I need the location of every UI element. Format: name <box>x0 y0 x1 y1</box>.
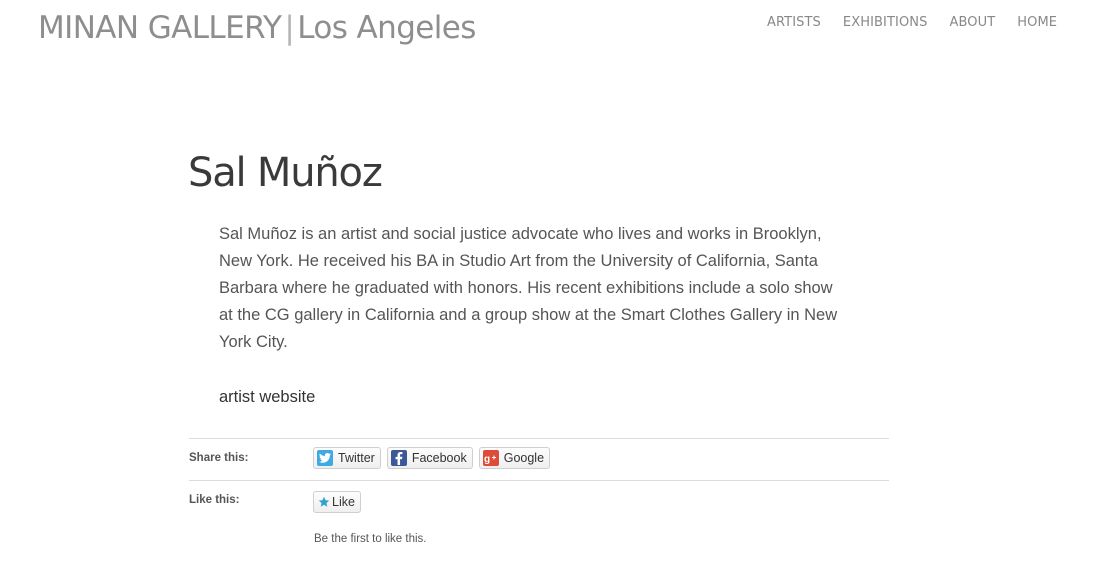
share-twitter-button[interactable]: Twitter <box>313 447 381 469</box>
share-buttons: Twitter Facebook g Google <box>313 447 551 469</box>
artist-website-link[interactable]: artist website <box>219 384 315 410</box>
nav-link-artists[interactable]: ARTISTS <box>767 15 821 30</box>
like-button[interactable]: Like <box>313 491 361 513</box>
main-nav: ARTISTS EXHIBITIONS ABOUT HOME <box>767 13 1057 31</box>
share-google-button[interactable]: g Google <box>478 447 551 469</box>
artist-bio: Sal Muñoz is an artist and social justic… <box>219 225 838 351</box>
nav-link-exhibitions[interactable]: EXHIBITIONS <box>843 15 928 30</box>
share-label: Share this: <box>189 452 249 464</box>
site-title[interactable]: MINAN GALLERY|Los Angeles <box>38 8 476 48</box>
share-twitter-label: Twitter <box>338 451 375 465</box>
divider <box>189 438 889 439</box>
share-facebook-button[interactable]: Facebook <box>386 447 473 469</box>
like-label: Like this: <box>189 494 240 506</box>
nav-item-about: ABOUT <box>949 13 995 31</box>
divider <box>189 480 889 481</box>
nav-item-home: HOME <box>1017 13 1057 31</box>
like-button-label: Like <box>332 495 355 509</box>
twitter-icon <box>317 450 333 466</box>
share-facebook-label: Facebook <box>411 451 467 465</box>
svg-text:g: g <box>484 454 490 464</box>
nav-item-artists: ARTISTS <box>767 13 821 31</box>
nav-link-about[interactable]: ABOUT <box>949 15 995 30</box>
page-title: Sal Muñoz <box>188 150 383 196</box>
facebook-icon <box>390 450 407 466</box>
share-google-label: Google <box>503 451 545 465</box>
site-name[interactable]: MINAN GALLERY <box>38 10 282 46</box>
site-location[interactable]: Los Angeles <box>297 10 476 46</box>
star-icon <box>318 496 330 508</box>
google-plus-icon: g <box>482 450 499 466</box>
like-note: Be the first to like this. <box>314 533 427 545</box>
nav-item-exhibitions: EXHIBITIONS <box>843 13 928 31</box>
title-separator: | <box>284 10 295 46</box>
nav-link-home[interactable]: HOME <box>1017 15 1057 30</box>
